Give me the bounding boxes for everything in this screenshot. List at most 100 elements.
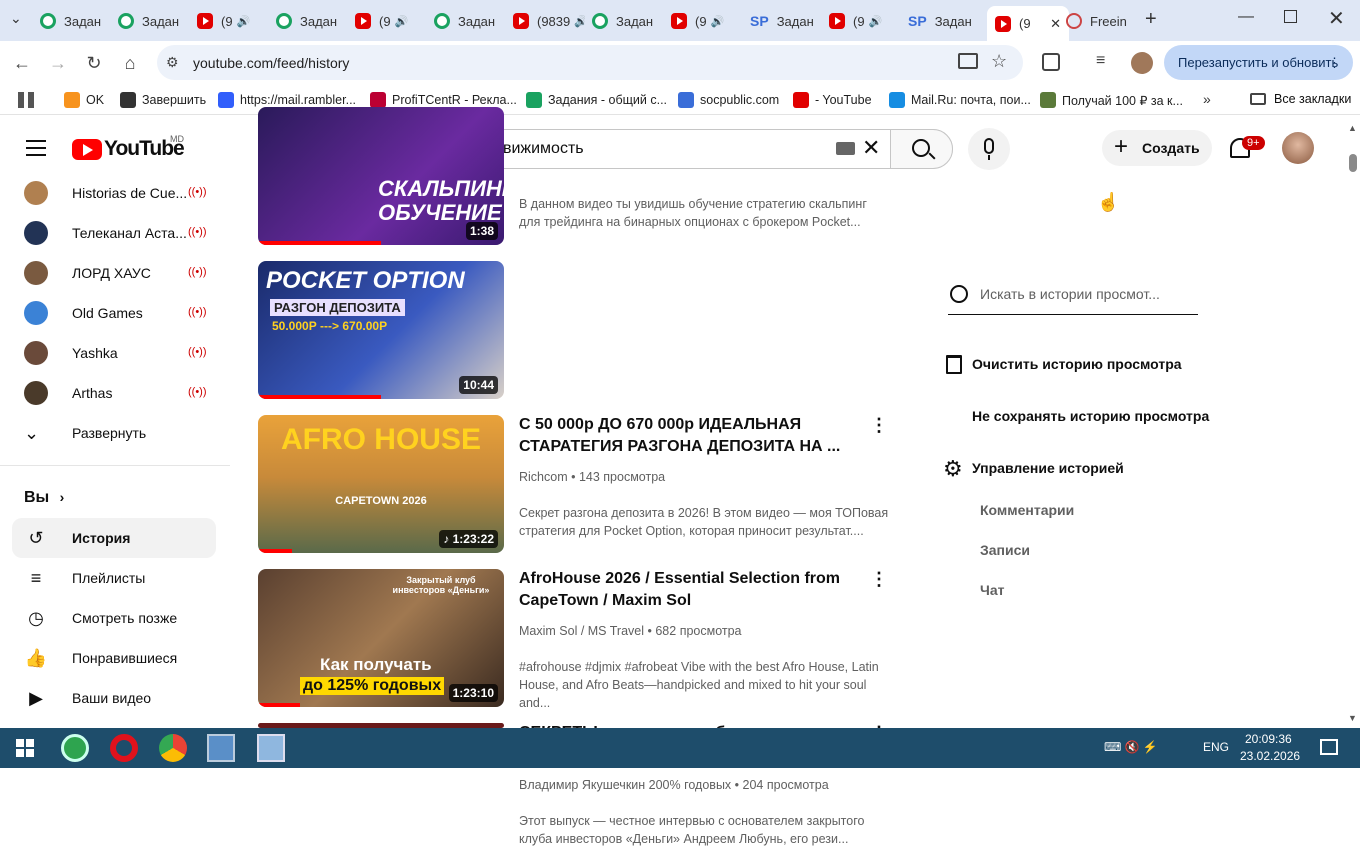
site-info-icon[interactable]: ⚙ [166, 54, 179, 71]
subscription-item[interactable]: Yashka [12, 333, 216, 373]
chat-link[interactable]: Чат [980, 582, 1004, 598]
video-thumbnail[interactable]: AFRO HOUSE CAPETOWN 2026 ♪ 1:23:22 [258, 415, 504, 553]
video-thumbnail[interactable]: Как получать до 125% годовых Закрытый клуб… [258, 569, 504, 707]
restore-window-button[interactable] [1284, 10, 1297, 23]
browser-tab[interactable]: (9 ✕ [987, 6, 1069, 41]
browser-tab[interactable]: (9 🔊 [829, 8, 901, 34]
forward-button[interactable]: → [46, 51, 70, 75]
clear-search-icon[interactable]: ✕ [862, 135, 880, 161]
language-indicator[interactable]: ENG [1203, 740, 1229, 754]
you-section-link[interactable]: Вы › [24, 489, 64, 507]
file-manager-icon[interactable] [207, 734, 235, 762]
manage-history-button[interactable]: Управление историей [972, 460, 1124, 476]
create-button[interactable]: + Создать [1102, 130, 1212, 166]
expand-subscriptions-button[interactable]: ⌄ Развернуть [12, 413, 216, 453]
more-actions-icon[interactable]: ⋮ [870, 567, 888, 591]
bookmark-item[interactable]: Mail.Ru: почта, пои... [889, 92, 1031, 108]
comments-link[interactable]: Комментарии [980, 502, 1074, 518]
edge-icon[interactable] [61, 734, 89, 762]
sidebar-item-playlist[interactable]: ≡ Плейлисты [12, 558, 216, 598]
subscription-item[interactable]: Old Games [12, 293, 216, 333]
pause-history-button[interactable]: Не сохранять историю просмотра [972, 408, 1209, 424]
bookmark-item[interactable]: ProfiTCentR - Рекла... [370, 92, 517, 108]
scroll-down-arrow[interactable]: ▼ [1348, 713, 1357, 723]
minimize-window-button[interactable]: — [1238, 8, 1254, 26]
browser-tab[interactable]: (9 🔊 [197, 8, 269, 34]
video-thumbnail[interactable]: СКАЛЬПИНГ ОБУЧЕНИЕ 1:38 [258, 107, 504, 245]
home-button[interactable]: ⌂ [118, 51, 142, 75]
browser-tab[interactable]: Задан [118, 8, 190, 34]
bookmark-item[interactable]: Завершить [120, 92, 206, 108]
browser-tab[interactable]: SP Задан [750, 8, 822, 34]
media-control-icon[interactable]: ≡ [1096, 52, 1105, 70]
bookmark-star-icon[interactable]: ☆ [991, 51, 1007, 72]
menu-icon[interactable] [26, 140, 46, 156]
browser-tab[interactable]: Задан [592, 8, 664, 34]
voice-search-button[interactable] [968, 128, 1010, 170]
tray-icons[interactable]: ⌨ 🔇 ⚡ [1104, 740, 1158, 754]
tab-search-button[interactable]: ⌄ [10, 10, 30, 30]
subscription-item[interactable]: Historias de Cue... [12, 173, 216, 213]
apps-icon[interactable] [18, 92, 34, 108]
notifications-center-icon[interactable] [1320, 739, 1338, 755]
sidebar-item-history[interactable]: ↺ История [12, 518, 216, 558]
channel-name[interactable]: Владимир Якушечкин 200% годовых [519, 778, 731, 792]
subscription-item[interactable]: Arthas [12, 373, 216, 413]
url-text[interactable]: youtube.com/feed/history [193, 55, 349, 71]
browser-tab[interactable]: (9 🔊 [355, 8, 427, 34]
browser-tab[interactable]: (9839 🔊 [513, 8, 585, 34]
chrome-icon[interactable] [159, 734, 187, 762]
channel-name[interactable]: Maxim Sol / MS Travel [519, 624, 644, 638]
bookmark-item[interactable]: https://mail.rambler... [218, 92, 356, 108]
account-avatar[interactable] [1282, 132, 1314, 164]
browser-tab[interactable]: Задан [276, 8, 348, 34]
bookmark-item[interactable]: socpublic.com [678, 92, 779, 108]
browser-tab[interactable]: Задан [434, 8, 506, 34]
sidebar-item-watch-later[interactable]: ◷ Смотреть позже [12, 598, 216, 638]
opera-icon[interactable] [110, 734, 138, 762]
install-app-icon[interactable] [958, 53, 978, 69]
browser-tab[interactable]: SP Задан [908, 8, 980, 34]
all-bookmarks-button[interactable]: Все закладки [1250, 92, 1351, 106]
more-bookmarks-icon[interactable]: » [1203, 91, 1211, 107]
sidebar-item-like[interactable]: 👍 Понравившиеся [12, 638, 216, 678]
profile-avatar[interactable] [1131, 52, 1153, 74]
clear-history-button[interactable]: Очистить историю просмотра [972, 356, 1182, 372]
browser-tab[interactable]: Freein [1066, 8, 1138, 34]
image-viewer-icon[interactable] [257, 734, 285, 762]
browser-tab[interactable]: Задан [40, 8, 112, 34]
channel-name[interactable]: Richcom [519, 470, 568, 484]
history-search-input[interactable]: Искать в истории просмот... [980, 286, 1160, 302]
scrollbar-thumb[interactable] [1349, 154, 1357, 172]
restart-update-button[interactable]: Перезапустить и обновить ⋮ [1164, 45, 1353, 80]
live-indicator-icon: ((•)) [188, 226, 207, 238]
close-tab-icon[interactable]: ✕ [1050, 16, 1061, 32]
posts-link[interactable]: Записи [980, 542, 1030, 558]
video-title[interactable]: AfroHouse 2026 / Essential Selection fro… [519, 568, 859, 612]
bookmark-item[interactable]: Получай 100 ₽ за к... [1040, 92, 1183, 108]
browser-tab[interactable]: (9 🔊 [671, 8, 743, 34]
clock-date[interactable]: 23.02.2026 [1240, 749, 1300, 763]
back-button[interactable]: ← [10, 51, 34, 75]
windows-start-icon[interactable] [16, 739, 34, 757]
youtube-logo[interactable]: YouTube [72, 137, 185, 161]
subscription-item[interactable]: ЛОРД ХАУС [12, 253, 216, 293]
reload-button[interactable]: ↻ [82, 51, 106, 75]
new-tab-button[interactable]: + [1145, 8, 1157, 31]
subscription-item[interactable]: Телеканал Аста... [12, 213, 216, 253]
keyboard-icon[interactable] [836, 142, 855, 155]
bookmark-item[interactable]: - YouTube [793, 92, 872, 108]
more-actions-icon[interactable]: ⋮ [870, 413, 888, 437]
search-button[interactable] [890, 129, 953, 169]
sidebar-item-your-videos[interactable]: ▶ Ваши видео [12, 678, 216, 718]
close-window-button[interactable]: ✕ [1328, 6, 1345, 31]
scrollbar[interactable] [1343, 121, 1360, 728]
extensions-icon[interactable] [1042, 53, 1060, 71]
scroll-up-arrow[interactable]: ▲ [1348, 123, 1357, 133]
video-thumbnail[interactable]: POCKET OPTION РАЗГОН ДЕПОЗИТА 50.000Р --->… [258, 261, 504, 399]
video-title[interactable]: С 50 000р ДО 670 000р ИДЕАЛЬНАЯ СТАРАТЕГ… [519, 414, 859, 458]
bookmark-item[interactable]: Задания - общий с... [526, 92, 667, 108]
history-search-underline [948, 314, 1198, 315]
clock-time[interactable]: 20:09:36 [1245, 732, 1292, 746]
bookmark-item[interactable]: OK [64, 92, 104, 108]
